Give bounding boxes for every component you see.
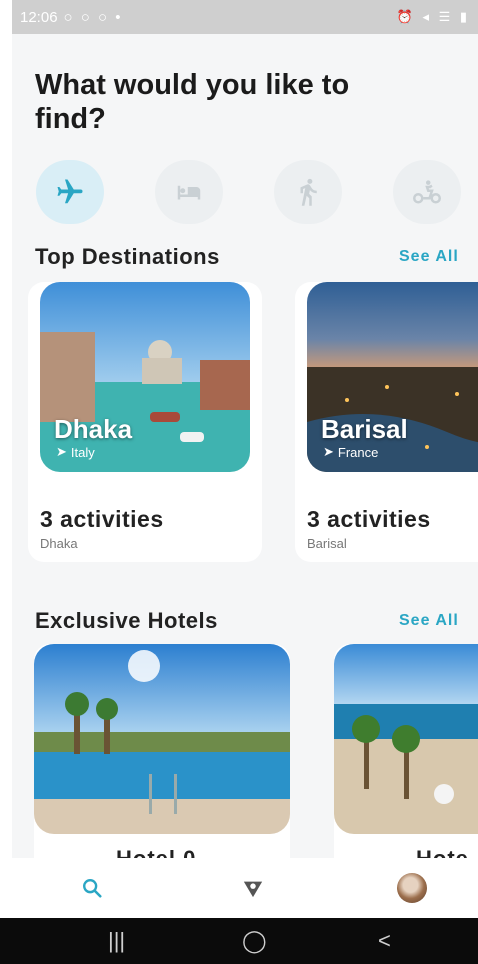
category-activities-button[interactable] bbox=[274, 160, 342, 224]
destination-name: Barisal bbox=[321, 414, 408, 444]
destination-card[interactable]: Dhaka ➤ Italy 3 activities Dhaka bbox=[28, 282, 262, 562]
page-title: What would you like to find? bbox=[35, 69, 350, 135]
nav-search-button[interactable] bbox=[74, 872, 110, 904]
category-hotels-button[interactable] bbox=[155, 160, 223, 224]
avatar bbox=[397, 873, 427, 903]
exclusive-hotels-title: Exclusive Hotels bbox=[35, 608, 218, 633]
navigation-arrow-icon: ➤ bbox=[323, 444, 334, 459]
top-destinations-see-all-link[interactable]: See All bbox=[399, 248, 459, 266]
back-button[interactable]: < bbox=[378, 928, 391, 954]
category-rides-button[interactable] bbox=[393, 160, 461, 224]
status-system-icons: ⏰ ◂ ☰ ▮ bbox=[396, 9, 470, 24]
screen: 12:06 ○ ○ ○ • ⏰ ◂ ☰ ▮ What would you lik… bbox=[0, 0, 478, 964]
destination-activities: 3 activities bbox=[40, 506, 164, 532]
nav-explore-button[interactable] bbox=[235, 872, 271, 904]
status-bar: 12:06 ○ ○ ○ • ⏰ ◂ ☰ ▮ bbox=[12, 0, 478, 34]
destination-image: Barisal ➤ France bbox=[307, 282, 478, 472]
destination-subtitle: Dhaka bbox=[40, 536, 78, 551]
bed-icon bbox=[177, 185, 201, 200]
destination-image: Dhaka ➤ Italy bbox=[40, 282, 250, 472]
status-time: 12:06 bbox=[20, 8, 58, 26]
notification-icons: ○ ○ ○ • bbox=[63, 8, 123, 26]
hotel-image bbox=[34, 644, 290, 834]
app-page: 12:06 ○ ○ ○ • ⏰ ◂ ☰ ▮ What would you lik… bbox=[12, 0, 478, 964]
system-navigation-bar: ||| ◯ < bbox=[0, 918, 478, 964]
nav-profile-button[interactable] bbox=[394, 872, 430, 904]
bottom-navigation bbox=[12, 858, 478, 918]
recents-button[interactable]: ||| bbox=[108, 928, 125, 954]
category-flights-button[interactable] bbox=[36, 160, 104, 224]
destination-country-label: France bbox=[337, 444, 379, 460]
navigation-arrow-icon: ➤ bbox=[56, 444, 67, 459]
walking-icon bbox=[300, 178, 317, 206]
destination-name: Dhaka bbox=[54, 414, 133, 444]
destination-country: ➤ France bbox=[323, 444, 378, 460]
exclusive-hotels-see-all-link[interactable]: See All bbox=[399, 612, 459, 630]
location-icon bbox=[243, 881, 263, 898]
destination-country: ➤ Italy bbox=[56, 444, 95, 460]
destination-subtitle: Barisal bbox=[307, 536, 347, 551]
destination-activities: 3 activities bbox=[307, 506, 431, 532]
destination-country-label: Italy bbox=[70, 444, 95, 460]
top-destinations-title: Top Destinations bbox=[35, 244, 220, 269]
search-icon bbox=[83, 879, 102, 898]
destination-card[interactable]: Barisal ➤ France 3 activities Barisal bbox=[295, 282, 478, 562]
home-button[interactable]: ◯ bbox=[242, 928, 267, 954]
scooter-icon bbox=[412, 180, 442, 204]
airplane-icon bbox=[57, 179, 83, 204]
hotel-image bbox=[334, 644, 478, 834]
